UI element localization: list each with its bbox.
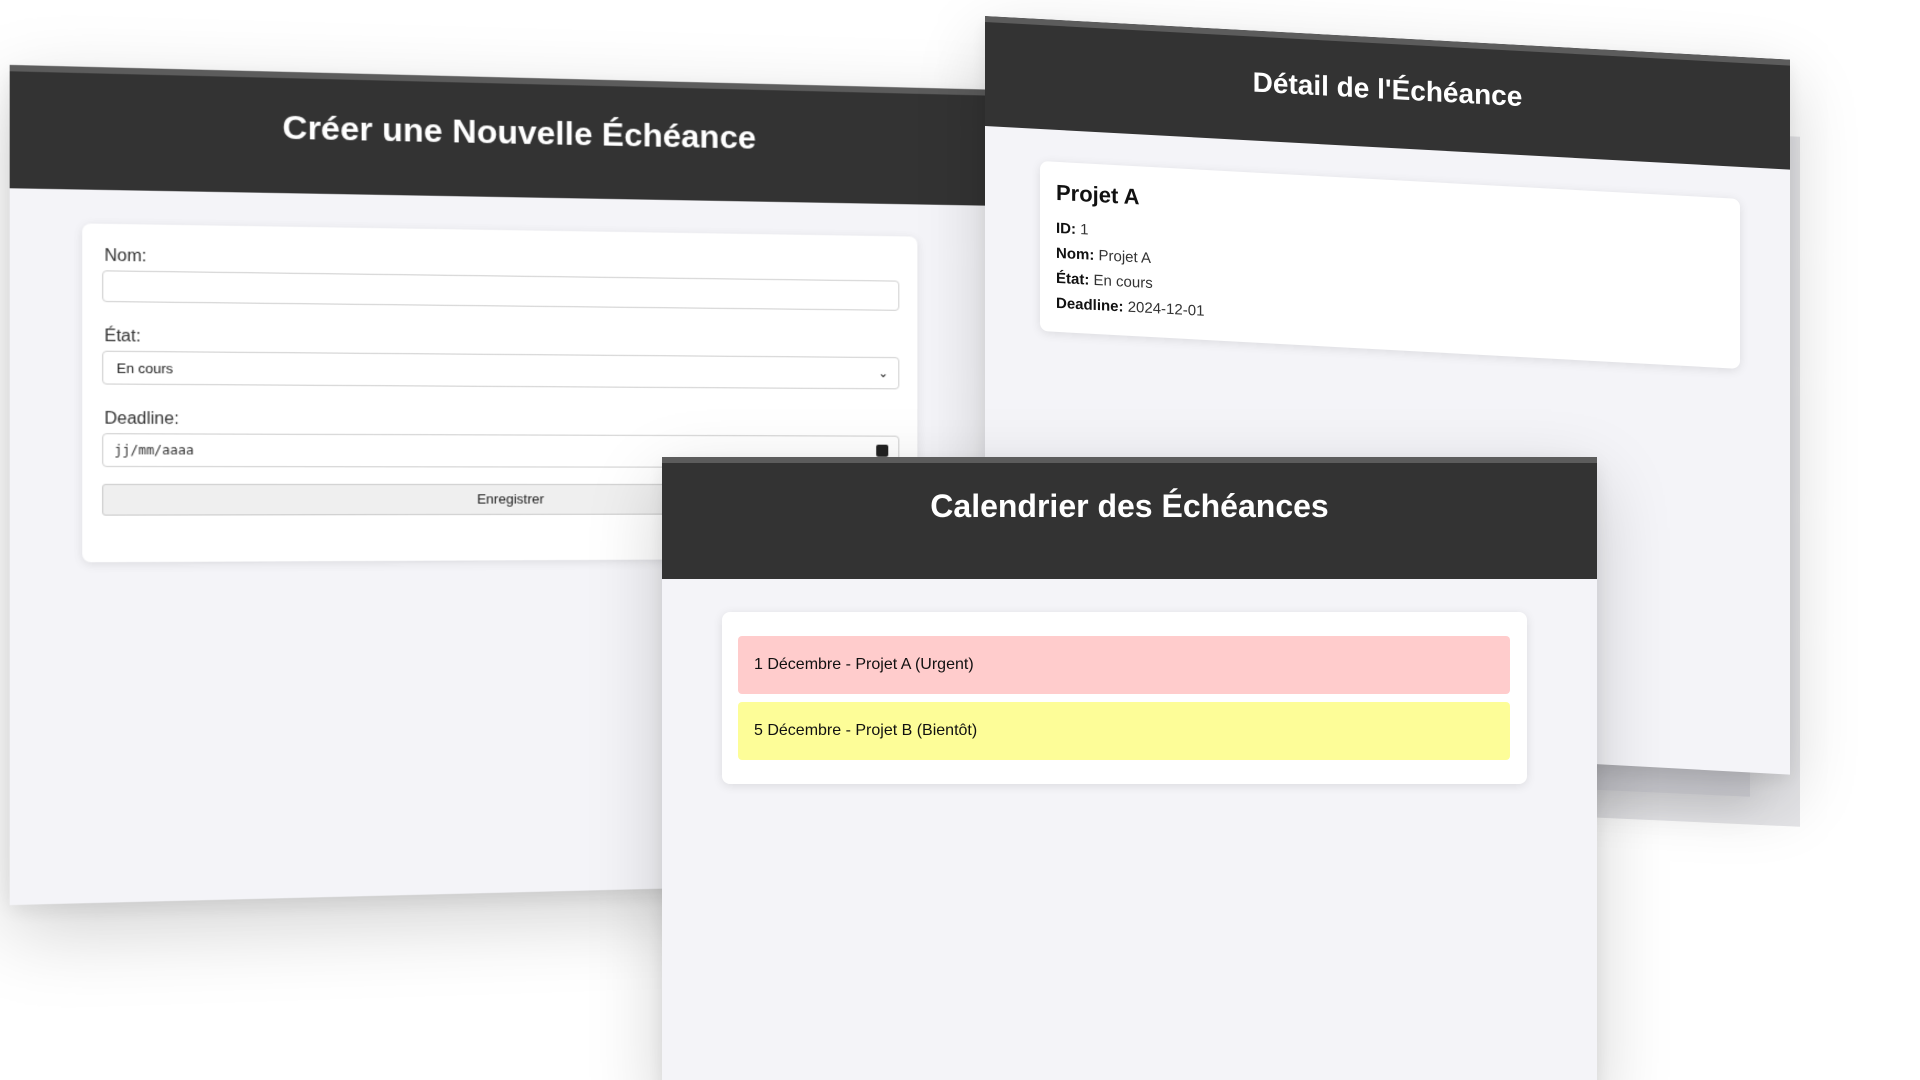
calendar-window: Calendrier des Échéances 1 Décembre - Pr… (662, 457, 1597, 1080)
nom-label: Nom: (104, 247, 147, 266)
detail-nom-value: Projet A (1098, 247, 1152, 267)
calendar-item-urgent[interactable]: 1 Décembre - Projet A (Urgent) (738, 636, 1510, 694)
detail-etat-label: État: (1056, 269, 1090, 289)
chevron-down-icon: ⌄ (878, 366, 889, 381)
etat-label: État: (104, 327, 141, 346)
detail-nom-label: Nom: (1056, 244, 1095, 264)
calendar-icon[interactable] (876, 444, 889, 457)
deadline-placeholder: jj/mm/aaaa (114, 442, 194, 458)
calendar-window-title: Calendrier des Échéances (662, 457, 1597, 579)
detail-deadline-label: Deadline: (1056, 294, 1124, 316)
create-window-title: Créer une Nouvelle Échéance (9, 64, 1006, 206)
detail-window-title: Détail de l'Échéance (985, 16, 1790, 170)
etat-select[interactable]: En cours ⌄ (102, 350, 900, 390)
detail-deadline-value: 2024-12-01 (1127, 298, 1205, 320)
nom-input[interactable] (102, 270, 900, 311)
screen: Créer une Nouvelle Échéance Nom: État: E… (0, 0, 1920, 1080)
detail-id-label: ID: (1056, 219, 1076, 238)
detail-id-value: 1 (1080, 221, 1089, 239)
deadline-label: Deadline: (104, 409, 179, 429)
calendar-item-soon[interactable]: 5 Décembre - Projet B (Bientôt) (738, 702, 1510, 760)
detail-etat-value: En cours (1093, 271, 1153, 293)
calendar-list: 1 Décembre - Projet A (Urgent) 5 Décembr… (722, 612, 1527, 784)
detail-card: Projet A ID: 1 Nom: Projet A État: En co… (1040, 160, 1740, 369)
etat-selected-value: En cours (116, 360, 174, 377)
